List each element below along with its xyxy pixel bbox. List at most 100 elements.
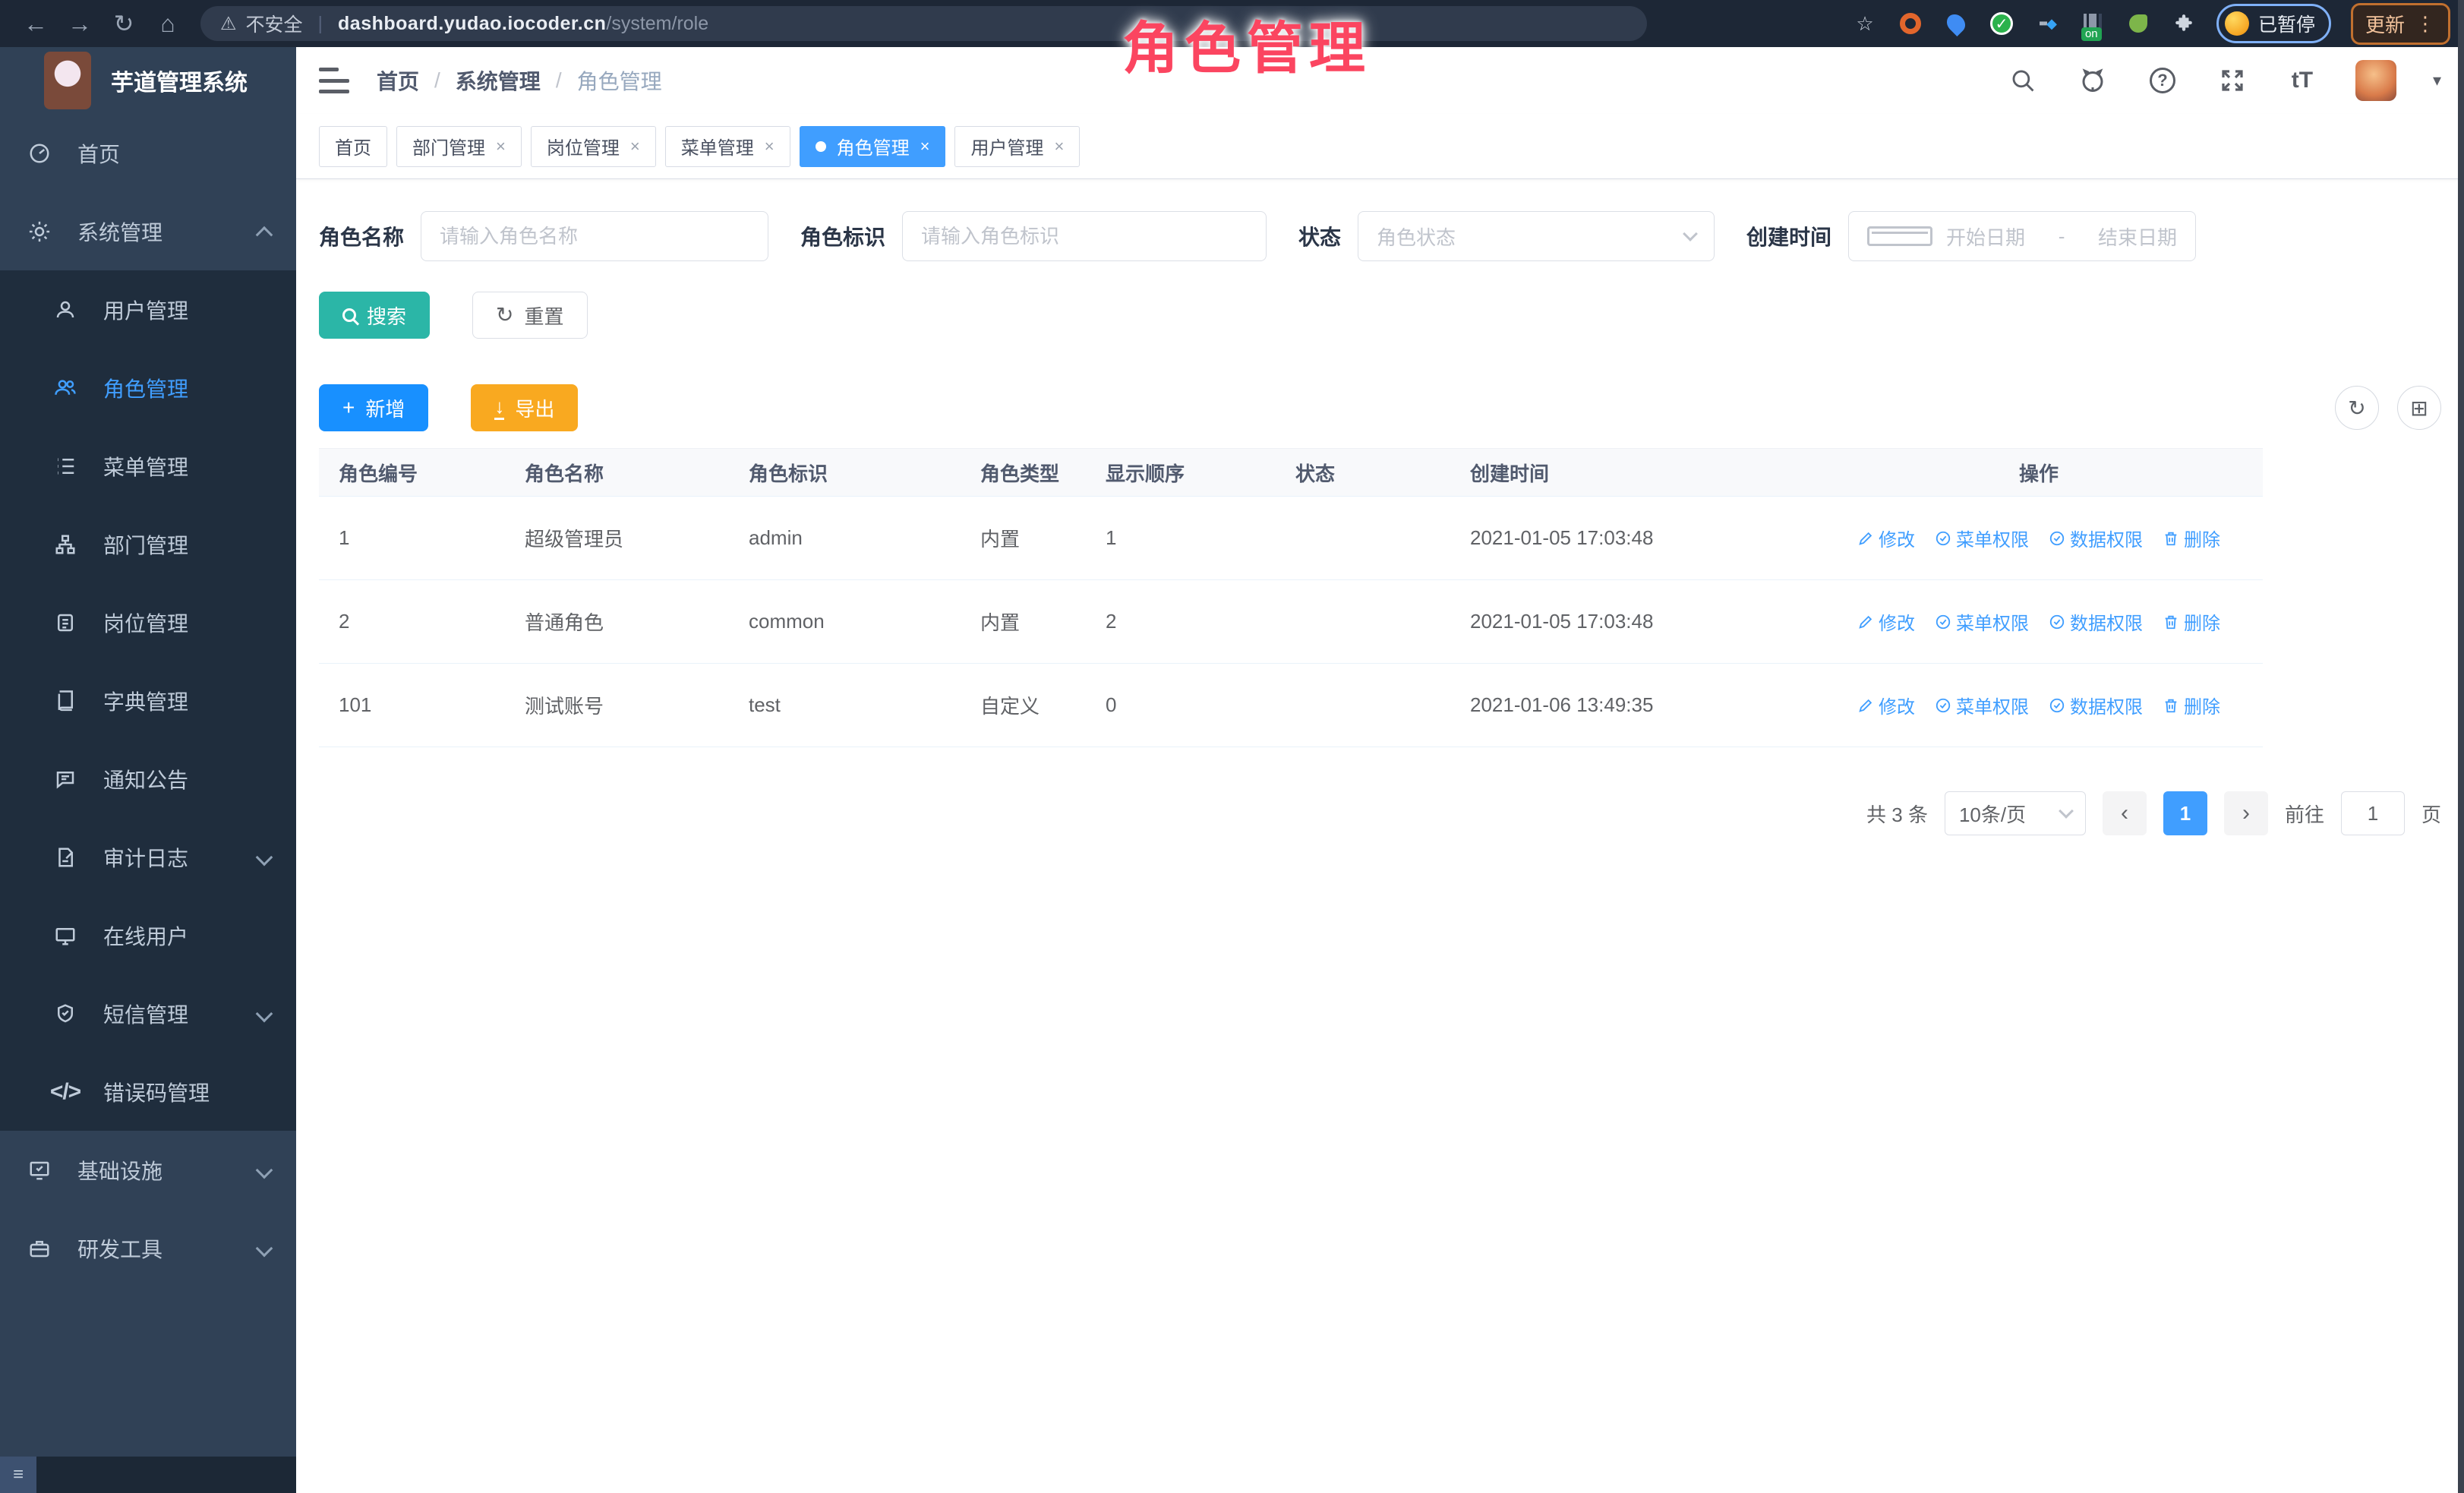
delete-link[interactable]: 删除 — [2163, 608, 2220, 635]
breadcrumb-home[interactable]: 首页 — [377, 65, 419, 96]
date-end-placeholder: 结束日期 — [2098, 223, 2177, 251]
browser-menu-icon[interactable]: ⋮ — [2415, 12, 2436, 36]
menu-permission-link[interactable]: 菜单权限 — [1935, 525, 2029, 551]
edit-link[interactable]: 修改 — [1857, 608, 1915, 635]
close-icon[interactable]: × — [920, 137, 930, 156]
user-icon — [52, 296, 79, 324]
sidebar-item-menus[interactable]: 菜单管理 — [0, 427, 296, 505]
close-icon[interactable]: × — [765, 137, 775, 156]
extension-leaf-icon[interactable] — [2125, 11, 2151, 36]
data-permission-link[interactable]: 数据权限 — [2049, 525, 2143, 551]
window-scrollbar[interactable] — [2458, 0, 2464, 1493]
column-settings-button[interactable]: ⊞ — [2397, 386, 2441, 430]
close-icon[interactable]: × — [630, 137, 640, 156]
profile-paused-chip[interactable]: 已暂停 — [2216, 4, 2331, 43]
avatar-caret-down-icon[interactable]: ▾ — [2433, 71, 2441, 90]
role-key-input[interactable] — [921, 225, 1248, 248]
tab-roles[interactable]: 角色管理 × — [800, 126, 946, 167]
font-size-icon[interactable]: tT — [2286, 64, 2319, 97]
sidebar-item-departments[interactable]: 部门管理 — [0, 505, 296, 583]
add-button[interactable]: + 新增 — [319, 384, 428, 431]
extensions-puzzle-icon[interactable] — [2171, 11, 2197, 36]
address-bar[interactable]: ⚠ 不安全 | dashboard.yudao.iocoder.cn /syst… — [200, 6, 1647, 41]
menu-permission-link[interactable]: 菜单权限 — [1935, 692, 2029, 718]
tab-menus[interactable]: 菜单管理 × — [665, 126, 790, 167]
pagination: 共 3 条 10条/页 ‹ 1 › 前往 页 — [319, 791, 2441, 835]
next-page-button[interactable]: › — [2224, 791, 2268, 835]
delete-link[interactable]: 删除 — [2163, 525, 2220, 551]
reset-button[interactable]: ↻ 重置 — [472, 292, 587, 339]
plus-icon: + — [342, 397, 355, 418]
export-button[interactable]: ↓ 导出 — [471, 384, 578, 431]
edit-link[interactable]: 修改 — [1857, 525, 1915, 551]
search-icon[interactable] — [2006, 64, 2040, 97]
dashboard-icon — [26, 140, 53, 167]
sidebar-item-online-users[interactable]: 在线用户 — [0, 896, 296, 974]
page-number-current[interactable]: 1 — [2163, 791, 2207, 835]
not-secure-label[interactable]: 不安全 — [246, 10, 303, 37]
extension-pair-icon[interactable]: ▪▪◆ — [2034, 11, 2060, 36]
sidebar-item-home[interactable]: 首页 — [0, 114, 296, 192]
delete-link[interactable]: 删除 — [2163, 692, 2220, 718]
tab-home[interactable]: 首页 — [319, 126, 387, 167]
table-header-row: 角色编号 角色名称 角色标识 角色类型 显示顺序 状态 创建时间 操作 — [319, 448, 2263, 497]
extension-on-badge-icon[interactable]: on — [2080, 11, 2106, 36]
breadcrumb-system[interactable]: 系统管理 — [456, 65, 541, 96]
sidebar-item-audit-log[interactable]: 审计日志 — [0, 818, 296, 896]
browser-update-button[interactable]: 更新 ⋮ — [2351, 3, 2450, 45]
tab-departments[interactable]: 部门管理 × — [396, 126, 522, 167]
sidebar-item-roles[interactable]: 角色管理 — [0, 349, 296, 427]
help-icon[interactable]: ? — [2146, 64, 2179, 97]
sidebar-item-dictionary[interactable]: 字典管理 — [0, 661, 296, 740]
avatar[interactable] — [2355, 60, 2396, 101]
refresh-button[interactable]: ↻ — [2335, 386, 2379, 430]
prev-page-button[interactable]: ‹ — [2103, 791, 2147, 835]
sidebar-collapse-icon[interactable]: ≡ — [0, 1457, 36, 1493]
date-range-picker[interactable]: 开始日期 - 结束日期 — [1848, 211, 2196, 261]
logo[interactable]: 芋道管理系统 — [0, 47, 296, 114]
fullscreen-icon[interactable] — [2216, 64, 2249, 97]
tab-posts[interactable]: 岗位管理 × — [531, 126, 656, 167]
sidebar-item-posts[interactable]: 岗位管理 — [0, 583, 296, 661]
tab-users[interactable]: 用户管理 × — [954, 126, 1080, 167]
extension-orange-icon[interactable] — [1898, 11, 1923, 36]
browser-reload-icon[interactable]: ↻ — [102, 5, 146, 43]
sidebar-item-announcements[interactable]: 通知公告 — [0, 740, 296, 818]
sidebar-item-system[interactable]: 系统管理 — [0, 192, 296, 270]
goto-page-input[interactable] — [2341, 791, 2405, 835]
cell-role-id: 1 — [319, 526, 505, 550]
col-header-name: 角色名称 — [505, 459, 729, 487]
sidebar-footer: ≡ — [0, 1457, 296, 1493]
tab-label: 菜单管理 — [681, 133, 754, 159]
col-header-created: 创建时间 — [1450, 459, 1815, 487]
sidebar-item-infrastructure[interactable]: 基础设施 — [0, 1131, 296, 1209]
data-permission-link[interactable]: 数据权限 — [2049, 692, 2143, 718]
hamburger-icon[interactable] — [319, 68, 349, 93]
sidebar-item-dev-tools[interactable]: 研发工具 — [0, 1209, 296, 1287]
data-permission-link[interactable]: 数据权限 — [2049, 608, 2143, 635]
reset-icon: ↻ — [496, 305, 513, 326]
cell-role-name: 普通角色 — [505, 608, 729, 636]
url-host: dashboard.yudao.iocoder.cn — [338, 13, 606, 35]
reset-button-label: 重置 — [524, 301, 563, 330]
sidebar-item-error-codes[interactable]: </> 错误码管理 — [0, 1053, 296, 1131]
browser-forward-icon[interactable]: → — [58, 5, 102, 43]
github-icon[interactable] — [2076, 64, 2109, 97]
search-button-label: 搜索 — [367, 301, 406, 330]
bookmark-star-icon[interactable]: ☆ — [1852, 11, 1878, 36]
sidebar-item-users[interactable]: 用户管理 — [0, 270, 296, 349]
close-icon[interactable]: × — [1054, 137, 1064, 156]
status-select[interactable]: 角色状态 — [1358, 211, 1715, 261]
menu-permission-link[interactable]: 菜单权限 — [1935, 608, 2029, 635]
page-size-select[interactable]: 10条/页 — [1945, 791, 2086, 835]
sidebar-item-sms[interactable]: 短信管理 — [0, 974, 296, 1053]
browser-home-icon[interactable]: ⌂ — [146, 5, 190, 43]
search-button[interactable]: 搜索 — [319, 292, 430, 339]
close-icon[interactable]: × — [496, 137, 506, 156]
extension-blue-drop-icon[interactable] — [1943, 11, 1969, 36]
browser-back-icon[interactable]: ← — [14, 5, 58, 43]
extension-green-check-icon[interactable]: ✓ — [1989, 11, 2014, 36]
edit-link[interactable]: 修改 — [1857, 692, 1915, 718]
role-name-input[interactable] — [440, 225, 749, 248]
goto-label: 前往 — [2285, 800, 2324, 828]
